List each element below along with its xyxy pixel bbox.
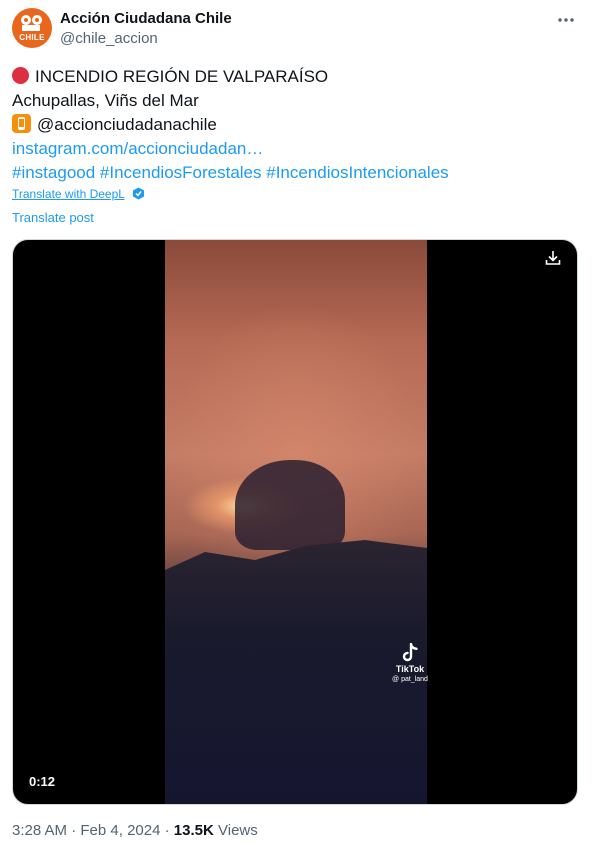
post-date[interactable]: Feb 4, 2024 xyxy=(80,822,160,839)
deepl-translate-row: Translate with DeepL xyxy=(12,186,145,202)
display-name[interactable]: Acción Ciudadana Chile xyxy=(60,9,232,29)
video-duration: 0:12 xyxy=(29,774,56,789)
views-count[interactable]: 13.5K xyxy=(174,822,214,839)
post-time[interactable]: 3:28 AM xyxy=(12,822,67,839)
ellipsis-horizontal-icon[interactable] xyxy=(556,10,576,30)
tweet-line-1: INCENDIO REGIÓN DE VALPARAÍSO xyxy=(12,65,582,89)
deepl-logo-icon xyxy=(132,187,144,200)
tweet-text: INCENDIO REGIÓN DE VALPARAÍSO Achupallas… xyxy=(12,65,582,185)
tweet-line-4: instagram.com/accionciudadan… xyxy=(12,137,582,161)
tweet-line-3: @accionciudadanachile xyxy=(12,113,582,137)
mobile-phone-emoji xyxy=(12,114,31,133)
hashtag-incendios-intencionales[interactable]: #IncendiosIntencionales xyxy=(266,163,448,182)
avatar[interactable]: CHILE xyxy=(12,8,52,48)
views-label: Views xyxy=(218,822,258,839)
tweet: CHILE Acción Ciudadana Chile @chile_acci… xyxy=(0,0,592,845)
instagram-handle-text: @accionciudadanachile xyxy=(37,115,217,134)
tiktok-logo-icon xyxy=(402,643,418,662)
hashtag-instagood[interactable]: #instagood xyxy=(12,163,95,182)
camera-reel-icon xyxy=(21,15,42,31)
avatar-logo-text: CHILE xyxy=(19,33,45,42)
video-frame[interactable] xyxy=(165,240,427,804)
red-circle-emoji xyxy=(12,67,29,84)
tiktok-watermark: TikTok @ pat_land xyxy=(387,643,433,684)
instagram-link[interactable]: instagram.com/accionciudadan… xyxy=(12,139,263,158)
headline-text: INCENDIO REGIÓN DE VALPARAÍSO xyxy=(35,67,329,86)
user-handle[interactable]: @chile_accion xyxy=(60,29,158,49)
meta-separator: · xyxy=(71,822,77,839)
translate-post-link[interactable]: Translate post xyxy=(12,210,94,226)
tweet-meta: 3:28 AM · Feb 4, 2024 · 13.5K Views xyxy=(12,821,258,841)
video-player[interactable]: TikTok @ pat_land 0:12 xyxy=(12,239,578,805)
tiktok-watermark-name: TikTok xyxy=(395,664,425,674)
tweet-line-2: Achupallas, Viñs del Mar xyxy=(12,91,199,110)
meta-separator: · xyxy=(164,822,170,839)
hashtag-incendios-forestales[interactable]: #IncendiosForestales xyxy=(100,163,262,182)
video-trees xyxy=(235,460,345,550)
tweet-line-5: #instagood #IncendiosForestales #Incendi… xyxy=(12,161,582,185)
translate-with-deepl-link[interactable]: Translate with DeepL xyxy=(12,187,125,201)
download-icon[interactable] xyxy=(543,248,563,268)
tiktok-watermark-user: @ pat_land xyxy=(392,676,428,683)
